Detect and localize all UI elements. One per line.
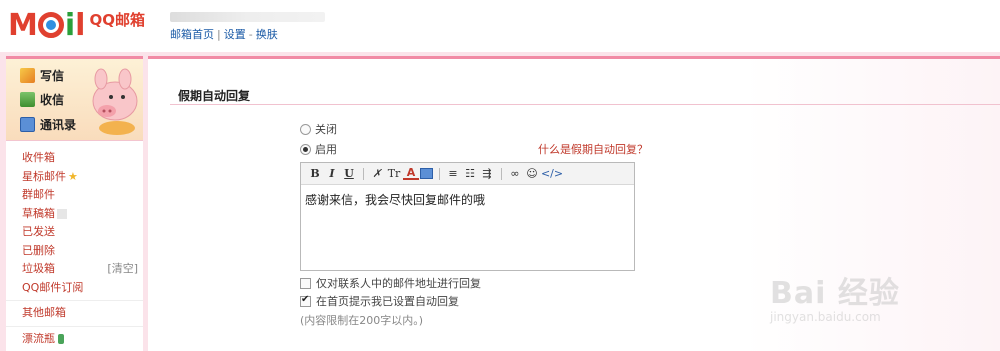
option-off[interactable]: 关闭	[300, 121, 337, 137]
background-color-icon[interactable]	[420, 168, 433, 179]
emoji-icon[interactable]: ☺	[524, 166, 540, 182]
indent-icon[interactable]: ⇶	[479, 166, 495, 182]
contacts-button[interactable]: 通讯录	[20, 116, 76, 133]
folder-spam[interactable]: 垃圾箱 [清空]	[22, 260, 140, 279]
title-divider	[170, 104, 1000, 105]
homepage-notice-checkbox[interactable]	[300, 294, 311, 307]
reply-editor: B I U ✗ Tr A ≡ ☷ ⇶ ∞ ☺ </> 感谢来信，我会尽快回复邮件…	[300, 162, 635, 271]
bullet-list-icon[interactable]: ☷	[462, 166, 478, 182]
pencil-icon	[20, 68, 35, 83]
link-mail-home[interactable]: 邮箱首页	[170, 28, 214, 41]
baidu-watermark: Bai 经验 jingyan.baidu.com	[770, 276, 900, 324]
logo-brand-text: QQ邮箱	[89, 11, 145, 29]
folder-list: 收件箱 星标邮件 ★ 群邮件 草稿箱 已发送 已删除 垃圾箱 [清空] QQ邮件订阅…	[6, 141, 143, 348]
source-code-button[interactable]: </>	[541, 166, 563, 182]
top-bar: Mil QQ邮箱 邮箱首页 | 设置 - 换肤	[0, 0, 1000, 52]
homepage-notice-option[interactable]: 在首页提示我已设置自动回复	[300, 293, 459, 309]
folder-qq-subscriptions[interactable]: QQ邮件订阅	[22, 279, 140, 298]
folder-divider	[6, 325, 143, 327]
contacts-only-checkbox[interactable]	[300, 277, 311, 289]
font-color-button[interactable]: A	[403, 166, 419, 180]
username-blurred	[170, 12, 325, 22]
content-limit-note: (内容限制在200字以内。)	[300, 314, 424, 327]
link-settings[interactable]: 设置	[224, 28, 246, 41]
folder-starred[interactable]: 星标邮件 ★	[22, 168, 140, 187]
editor-toolbar: B I U ✗ Tr A ≡ ☷ ⇶ ∞ ☺ </>	[301, 163, 634, 185]
bottle-icon	[58, 333, 64, 344]
folder-group-mail[interactable]: 群邮件	[22, 186, 140, 205]
star-icon: ★	[68, 169, 78, 183]
align-icon[interactable]: ≡	[445, 166, 461, 182]
receive-button[interactable]: 收信	[20, 91, 64, 108]
bold-button[interactable]: B	[307, 166, 323, 182]
contacts-only-option[interactable]: 仅对联系人中的邮件地址进行回复	[300, 275, 481, 291]
link-change-skin[interactable]: 换肤	[256, 28, 278, 41]
folder-inbox[interactable]: 收件箱	[22, 149, 140, 168]
address-book-icon	[20, 117, 35, 132]
blurred-count	[57, 208, 67, 219]
quick-actions: 写信 收信 通讯录	[6, 59, 143, 141]
clear-spam-link[interactable]: [清空]	[107, 260, 138, 279]
inbox-download-icon	[20, 92, 35, 107]
folder-drift-bottle[interactable]: 漂流瓶	[22, 330, 140, 349]
compose-button[interactable]: 写信	[20, 67, 64, 84]
radio-on[interactable]	[300, 143, 311, 155]
option-on[interactable]: 启用	[300, 141, 337, 157]
font-size-button[interactable]: Tr	[386, 166, 402, 182]
editor-text-area[interactable]: 感谢来信，我会尽快回复邮件的哦	[301, 185, 634, 214]
auto-reply-help-link[interactable]: 什么是假期自动回复？	[538, 141, 648, 157]
logo-o-icon	[37, 12, 64, 38]
qq-mail-logo[interactable]: Mil QQ邮箱	[8, 8, 145, 43]
page-title: 假期自动回复	[178, 89, 251, 103]
clear-format-icon[interactable]: ✗	[369, 166, 385, 182]
italic-button[interactable]: I	[324, 166, 340, 182]
underline-button[interactable]: U	[341, 166, 357, 182]
link-icon[interactable]: ∞	[507, 166, 523, 182]
top-links: 邮箱首页 | 设置 - 换肤	[170, 28, 278, 41]
pig-mascot-icon	[92, 68, 138, 135]
folder-divider	[6, 300, 143, 301]
radio-off[interactable]	[300, 123, 311, 135]
sidebar: 写信 收信 通讯录 收件箱 星标邮件 ★ 群邮件 草稿箱 已发送 已删除 垃圾箱[…	[6, 56, 143, 351]
folder-drafts[interactable]: 草稿箱	[22, 205, 140, 224]
folder-other-mailboxes[interactable]: 其他邮箱	[22, 304, 140, 323]
folder-deleted[interactable]: 已删除	[22, 242, 140, 261]
folder-sent[interactable]: 已发送	[22, 223, 140, 242]
